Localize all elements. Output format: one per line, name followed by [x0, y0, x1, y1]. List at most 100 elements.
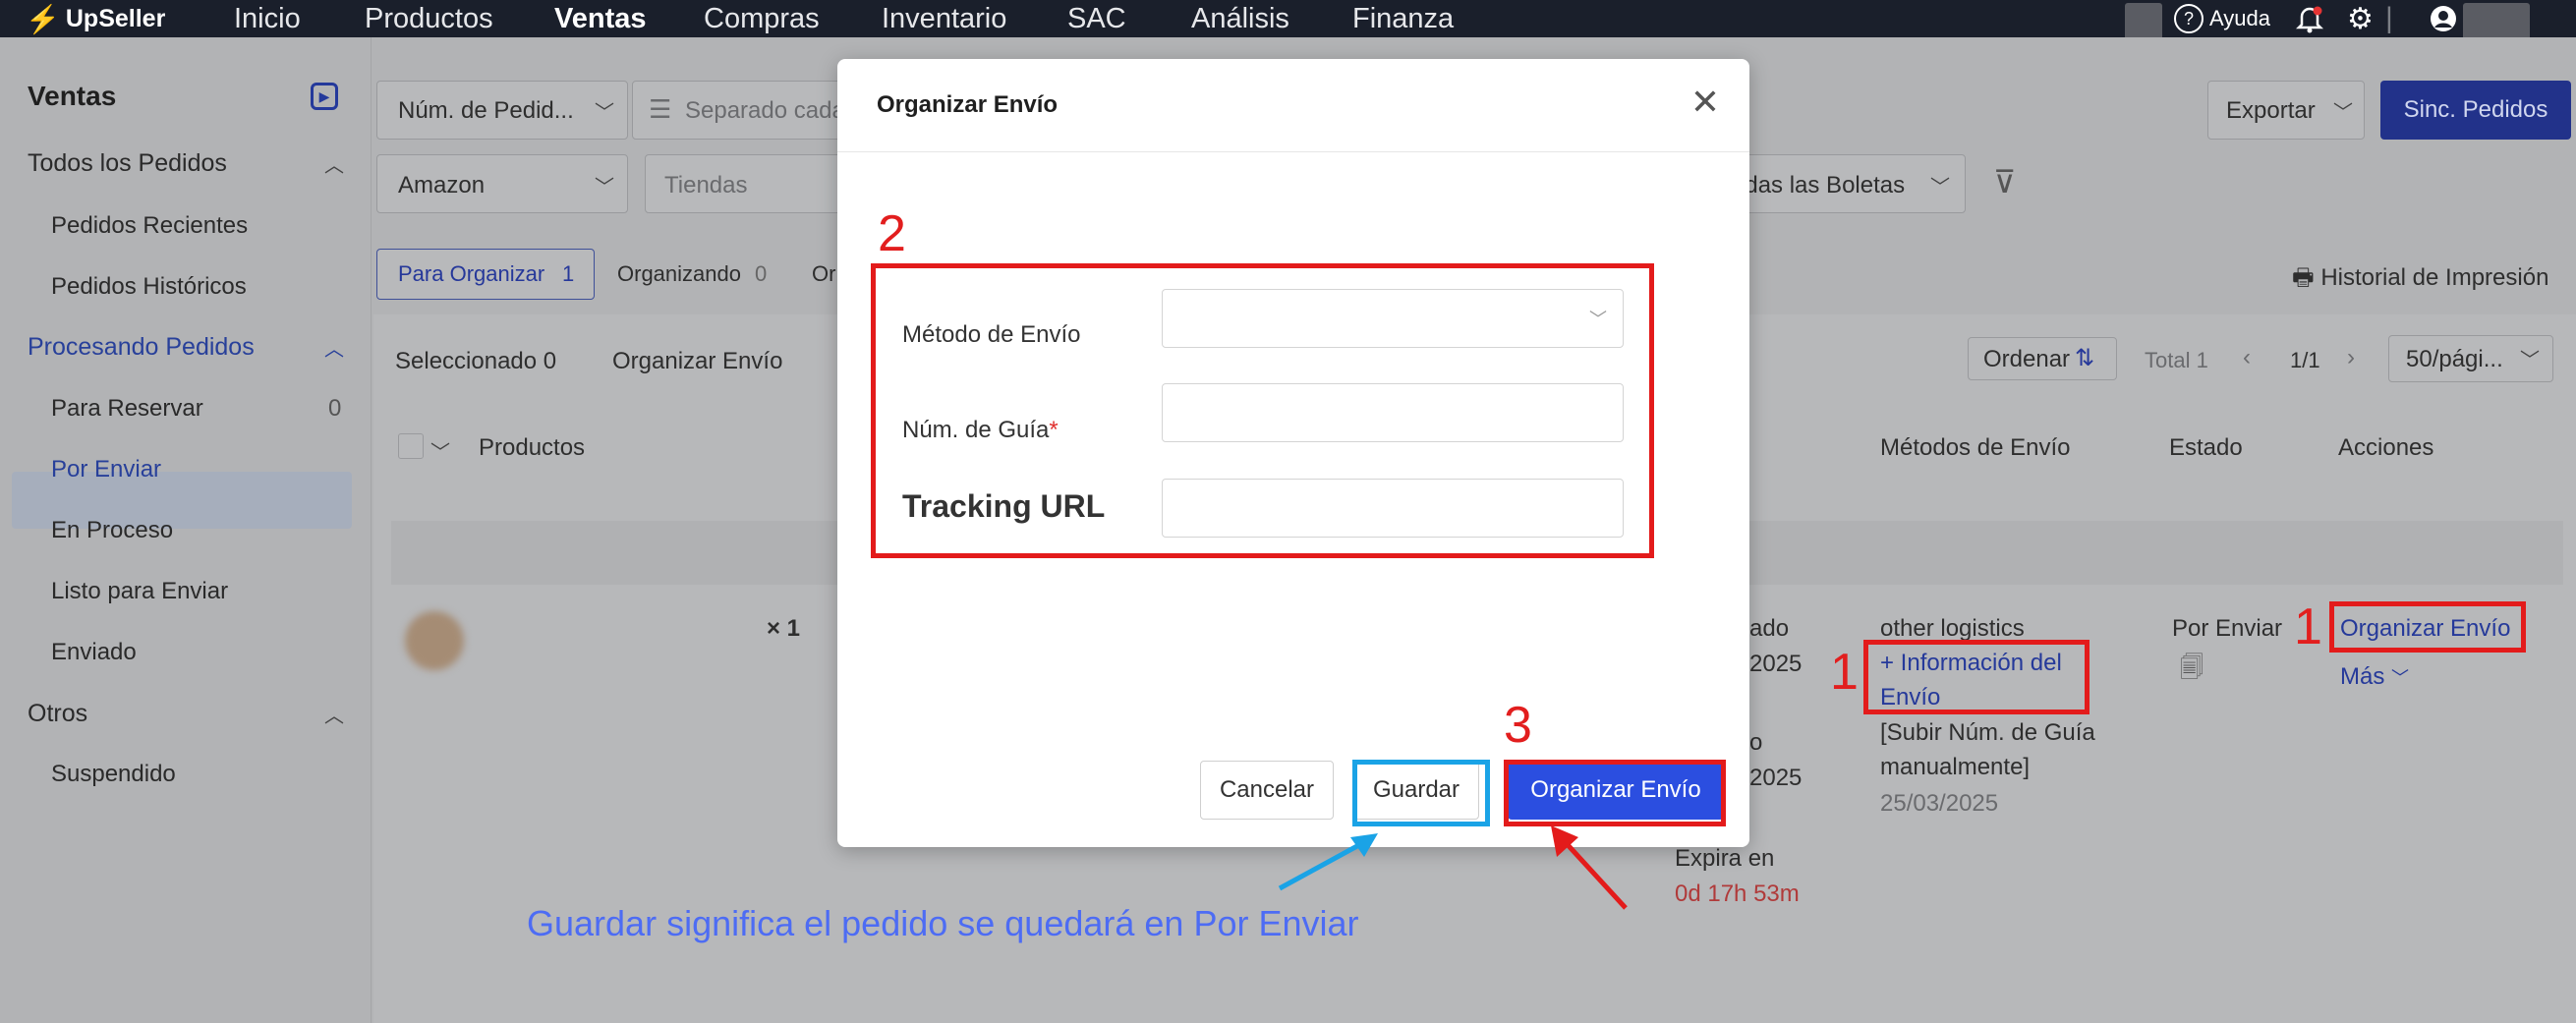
nav-productos[interactable]: Productos	[365, 0, 493, 37]
expires-label: Expira en	[1675, 845, 1775, 872]
tab-to-organize-count: 1	[562, 261, 575, 286]
tab-organizing[interactable]: Organizando	[617, 261, 741, 287]
more-actions-link[interactable]: Más ﹀	[2340, 663, 2409, 691]
nav-sac[interactable]: SAC	[1067, 0, 1126, 37]
next-page-icon[interactable]: ›	[2347, 344, 2355, 371]
nav-finanza[interactable]: Finanza	[1352, 0, 1454, 37]
chevron-down-icon: ﹀	[595, 102, 614, 124]
nav-ventas[interactable]: Ventas	[554, 0, 647, 37]
more-actions-label: Más	[2340, 663, 2385, 690]
chevron-down-icon: ﹀	[595, 177, 614, 199]
total-count: Total 1	[2145, 348, 2208, 372]
nav-analisis[interactable]: Análisis	[1191, 0, 1289, 37]
tab-to-organize-label: Para Organizar	[398, 261, 545, 286]
collapse-icon[interactable]: ︿	[324, 333, 344, 362]
order-info-text: ado	[1749, 615, 1790, 642]
collapse-icon[interactable]: ︿	[324, 149, 344, 178]
modal-title: Organizar Envío	[877, 91, 1059, 118]
export-label: Exportar	[2226, 97, 2316, 124]
chevron-down-icon[interactable]: ﹀	[430, 436, 450, 465]
cancel-button[interactable]: Cancelar	[1200, 761, 1334, 820]
red-arrow-icon	[1551, 825, 1628, 910]
annotation-box-save	[1352, 760, 1490, 826]
column-status: Estado	[2169, 434, 2243, 461]
column-methods: Métodos de Envío	[1880, 434, 2071, 461]
order-info-text: o	[1749, 729, 1763, 756]
collapse-icon[interactable]: ︿	[324, 700, 344, 728]
printer-icon: 🖶	[2292, 264, 2321, 291]
bulk-organize-button[interactable]: Organizar Envío	[612, 348, 782, 375]
logistics-name: other logistics	[1880, 615, 2025, 642]
selected-text: Seleccionado	[395, 348, 538, 374]
sync-orders-button[interactable]: Sinc. Pedidos	[2380, 81, 2571, 140]
settings-button[interactable]: ⚙	[2347, 0, 2374, 37]
order-info-text: 2025	[1749, 765, 1803, 791]
topbar-divider: |	[2385, 2, 2393, 34]
selected-label: Seleccionado 0	[395, 348, 556, 375]
close-icon[interactable]: ✕	[1690, 85, 1720, 120]
order-info-text: 2025	[1749, 651, 1803, 677]
gear-icon: ⚙	[2347, 2, 2374, 35]
upseller-logo[interactable]: ⚡ UpSeller	[26, 4, 165, 34]
sidebar-group-processing[interactable]: Procesando Pedidos	[28, 333, 255, 362]
page-indicator: 1/1	[2290, 348, 2320, 372]
stores-placeholder: Tiendas	[664, 172, 748, 199]
sidebar-item-to-ship[interactable]: Por Enviar	[51, 456, 161, 483]
annotation-box-organize-action	[2329, 601, 2526, 653]
note-icon[interactable]: 🗐	[2180, 651, 2204, 691]
sidebar-item-suspended[interactable]: Suspendido	[51, 761, 176, 788]
upload-guide-text-line2: manualmente]	[1880, 754, 2031, 780]
chevron-down-icon: ﹀	[2520, 350, 2540, 371]
nav-compras[interactable]: Compras	[704, 0, 820, 37]
filter-icon[interactable]: ⊽	[1993, 163, 2016, 200]
help-label: Ayuda	[2209, 6, 2270, 30]
select-all-checkbox[interactable]	[398, 433, 424, 459]
sidebar-group-all-orders[interactable]: Todos los Pedidos	[28, 149, 227, 178]
user-avatar[interactable]	[2430, 0, 2457, 37]
chevron-down-icon: ﹀	[2391, 668, 2410, 688]
expires-time: 0d 17h 53m	[1675, 881, 1800, 907]
sidebar-item-to-reserve[interactable]: Para Reservar	[51, 395, 203, 423]
annotation-step-2: 2	[878, 205, 906, 262]
selected-count: 0	[543, 348, 557, 374]
blue-arrow-icon	[1278, 833, 1378, 891]
platform-select-value: Amazon	[398, 172, 486, 199]
annotation-box-shipping-info	[1863, 640, 2089, 714]
tab-other[interactable]: Or	[812, 261, 835, 287]
sidebar-item-ready[interactable]: Listo para Enviar	[51, 578, 228, 605]
annotation-note: Guardar significa el pedido se quedará e…	[527, 903, 1359, 943]
sidebar-item-historical[interactable]: Pedidos Históricos	[51, 273, 247, 301]
annotation-step-3: 3	[1504, 697, 1532, 754]
annotation-box-organize	[1504, 760, 1726, 826]
column-actions: Acciones	[2338, 434, 2434, 461]
sidebar-group-others[interactable]: Otros	[28, 700, 87, 728]
video-tutorial-icon[interactable]: ▶	[311, 83, 338, 110]
tab-organizing-count: 0	[755, 261, 768, 286]
list-icon: ☰	[649, 94, 672, 124]
upload-guide-text: [Subir Núm. de Guía	[1880, 719, 2095, 746]
store-selector[interactable]	[2125, 3, 2162, 40]
notifications-button[interactable]	[2296, 0, 2323, 37]
order-number-select-value: Núm. de Pedid...	[398, 97, 574, 124]
annotation-box-form	[871, 263, 1654, 558]
print-history-label: Historial de Impresión	[2320, 264, 2549, 291]
product-thumbnail	[405, 611, 464, 670]
help-icon: ?	[2174, 4, 2204, 33]
tickets-select-value: odas las Boletas	[1732, 172, 1906, 199]
help-link[interactable]: ? Ayuda	[2174, 0, 2270, 37]
sidebar-item-sent[interactable]: Enviado	[51, 639, 137, 666]
sidebar-item-recent[interactable]: Pedidos Recientes	[51, 212, 248, 240]
page-size-value: 50/pági...	[2406, 346, 2503, 372]
nav-inicio[interactable]: Inicio	[234, 0, 301, 37]
sort-icon: ⇅	[2075, 345, 2095, 371]
user-name-box[interactable]	[2463, 3, 2530, 40]
product-quantity: × 1	[767, 615, 801, 642]
prev-page-icon[interactable]: ‹	[2243, 344, 2251, 371]
status-text: Por Enviar	[2172, 615, 2283, 642]
modal-divider	[837, 151, 1749, 152]
print-history-link[interactable]: 🖶 Historial de Impresión	[2292, 260, 2548, 301]
sidebar-item-in-process[interactable]: En Proceso	[51, 517, 173, 544]
user-icon	[2431, 6, 2456, 31]
chevron-down-icon: ﹀	[2333, 102, 2353, 124]
nav-inventario[interactable]: Inventario	[882, 0, 1006, 37]
